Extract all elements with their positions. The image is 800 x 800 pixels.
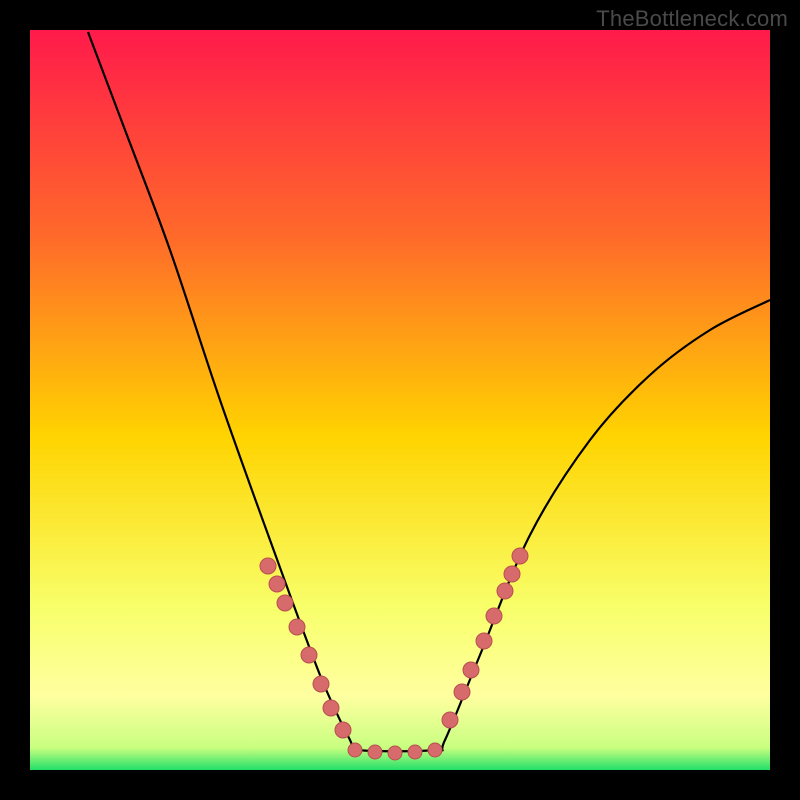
watermark-text: TheBottleneck.com <box>596 6 788 32</box>
gradient-background <box>30 30 770 770</box>
curve-marker <box>454 684 470 700</box>
curve-marker <box>512 548 528 564</box>
curve-marker <box>442 712 458 728</box>
curve-marker <box>348 743 362 757</box>
plot-area <box>30 30 770 770</box>
curve-marker <box>277 595 293 611</box>
curve-marker <box>323 700 339 716</box>
curve-marker <box>486 608 502 624</box>
curve-marker <box>260 558 276 574</box>
curve-marker <box>269 576 285 592</box>
curve-marker <box>476 633 492 649</box>
bottleneck-chart-svg <box>30 30 770 770</box>
curve-marker <box>313 676 329 692</box>
curve-marker <box>335 722 351 738</box>
curve-marker <box>388 746 402 760</box>
curve-marker <box>497 583 513 599</box>
curve-marker <box>463 662 479 678</box>
chart-frame: TheBottleneck.com <box>0 0 800 800</box>
curve-marker <box>301 647 317 663</box>
curve-marker <box>428 743 442 757</box>
curve-marker <box>368 745 382 759</box>
curve-marker <box>408 745 422 759</box>
curve-marker <box>504 566 520 582</box>
curve-marker <box>289 619 305 635</box>
